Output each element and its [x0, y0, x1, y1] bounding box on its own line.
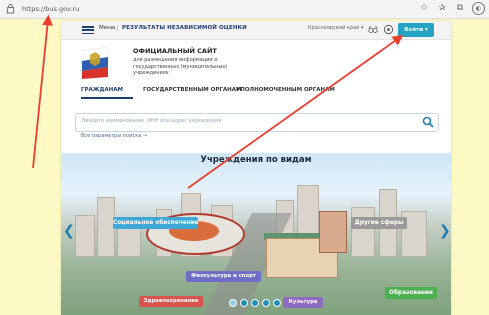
- carousel-dot[interactable]: [229, 299, 237, 307]
- address-bar[interactable]: https://bus.gov.ru: [22, 3, 79, 15]
- tab-citizens[interactable]: ГРАЖДАНАМ: [81, 87, 123, 93]
- region-selector[interactable]: Красноярский край ▾: [308, 25, 364, 31]
- search-icon[interactable]: [422, 116, 434, 128]
- eye-icon[interactable]: [383, 24, 394, 35]
- carousel-pagination: [229, 299, 281, 307]
- carousel-title: Учреждения по видам: [200, 155, 312, 165]
- category-culture[interactable]: Культура: [283, 297, 323, 308]
- browser-toolbar: https://bus.gov.ru ☆ ✰ ⧉ ◐: [0, 0, 489, 19]
- category-education[interactable]: Образование: [385, 287, 437, 299]
- institutions-carousel: Учреждения по видам Социальное обеспечен…: [61, 153, 451, 315]
- favorites-icon[interactable]: ✰: [436, 2, 448, 15]
- carousel-dot[interactable]: [262, 299, 270, 307]
- carousel-dot[interactable]: [240, 299, 248, 307]
- menu-button[interactable]: Меню: [99, 25, 115, 31]
- carousel-dot[interactable]: [251, 299, 259, 307]
- website-frame: Меню РЕЗУЛЬТАТЫ НЕЗАВИСИМОЙ ОЦЕНКИ Красн…: [61, 21, 451, 315]
- coat-of-arms-flag-icon: [81, 47, 109, 79]
- annotation-arrow-url: [32, 14, 53, 169]
- category-sport[interactable]: Физкультура и спорт: [186, 271, 261, 282]
- tower-building: [319, 211, 347, 253]
- lock-icon: [6, 4, 15, 14]
- tab-authorized-bodies[interactable]: УПОЛНОМОЧЕННЫМ ОРГАНАМ: [236, 87, 335, 93]
- star-icon[interactable]: ☆: [418, 2, 430, 15]
- independent-evaluation-link[interactable]: РЕЗУЛЬТАТЫ НЕЗАВИСИМОЙ ОЦЕНКИ: [117, 25, 247, 31]
- category-healthcare[interactable]: Здравоохранение: [139, 296, 203, 307]
- accessibility-glasses-icon[interactable]: [368, 24, 378, 35]
- city-building: [351, 207, 375, 257]
- search-placeholder: Введите наименование, ИНН или адрес учре…: [82, 118, 222, 124]
- carousel-dot[interactable]: [273, 299, 281, 307]
- all-search-params-link[interactable]: Все параметры поиска →: [81, 133, 147, 139]
- active-tab-underline: [81, 97, 133, 99]
- tab-state-bodies[interactable]: ГОСУДАРСТВЕННЫМ ОРГАНАМ: [143, 87, 241, 93]
- login-label: Войти ▾: [404, 27, 428, 33]
- city-building: [75, 215, 95, 257]
- category-social[interactable]: Социальное обеспечение: [113, 217, 199, 229]
- category-other[interactable]: Другие сферы: [351, 217, 407, 229]
- site-subtitle: для размещения информации о государствен…: [133, 57, 228, 76]
- login-button[interactable]: Войти ▾: [398, 23, 434, 37]
- top-navigation: Меню РЕЗУЛЬТАТЫ НЕЗАВИСИМОЙ ОЦЕНКИ Красн…: [61, 21, 451, 40]
- carousel-next-button[interactable]: ❯: [439, 223, 451, 239]
- tab-collections-icon[interactable]: ⧉: [454, 2, 466, 15]
- search-input[interactable]: Введите наименование, ИНН или адрес учре…: [75, 113, 439, 132]
- menu-burger-icon[interactable]: [82, 26, 94, 34]
- site-header: ОФИЦИАЛЬНЫЙ САЙТ для размещения информац…: [61, 40, 451, 90]
- site-title: ОФИЦИАЛЬНЫЙ САЙТ: [133, 47, 217, 55]
- profile-icon[interactable]: ◐: [472, 2, 485, 15]
- carousel-prev-button[interactable]: ❮: [63, 223, 75, 239]
